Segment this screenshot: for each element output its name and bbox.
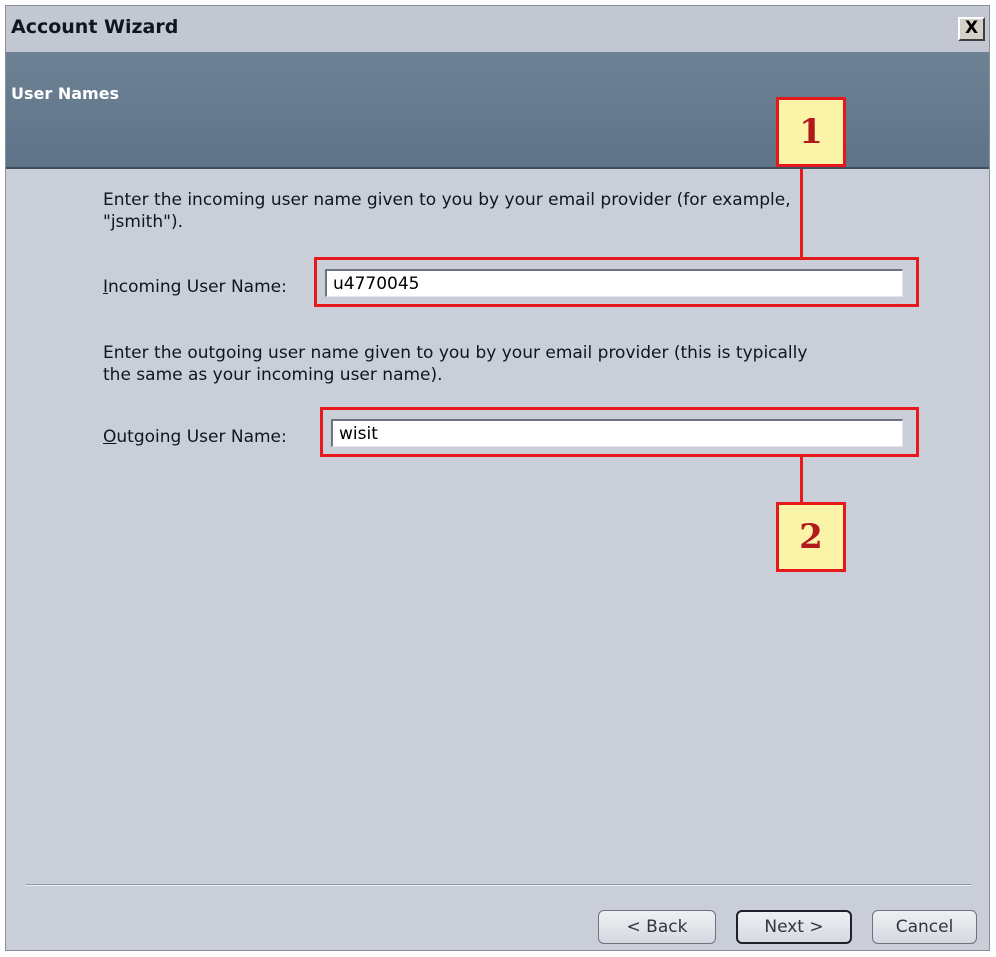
window-title: Account Wizard [11,16,179,38]
account-wizard-dialog: Account Wizard X User Names Enter the in… [5,5,990,951]
page-title: User Names [11,84,120,103]
callout-1-connector [800,169,803,258]
back-button[interactable]: < Back [598,910,716,944]
footer-separator [26,884,971,886]
callout-2-connector [800,456,803,504]
outgoing-user-name-label: Outgoing User Name: [103,427,287,447]
incoming-label-text: ncoming User Name: [108,277,287,297]
outgoing-description: Enter the outgoing user name given to yo… [103,343,808,385]
incoming-highlight-frame [314,257,919,307]
close-button[interactable]: X [958,17,985,41]
callout-badge-2: 2 [776,502,846,572]
outgoing-label-mnemonic: O [103,427,117,447]
outgoing-label-text: utgoing User Name: [116,427,287,447]
incoming-user-name-label: Incoming User Name: [103,277,287,297]
outgoing-highlight-frame [320,407,919,457]
next-button[interactable]: Next > [736,910,852,944]
title-bar: Account Wizard X [6,6,989,52]
close-icon: X [964,18,979,38]
callout-badge-1: 1 [776,97,846,167]
cancel-button[interactable]: Cancel [872,910,977,944]
